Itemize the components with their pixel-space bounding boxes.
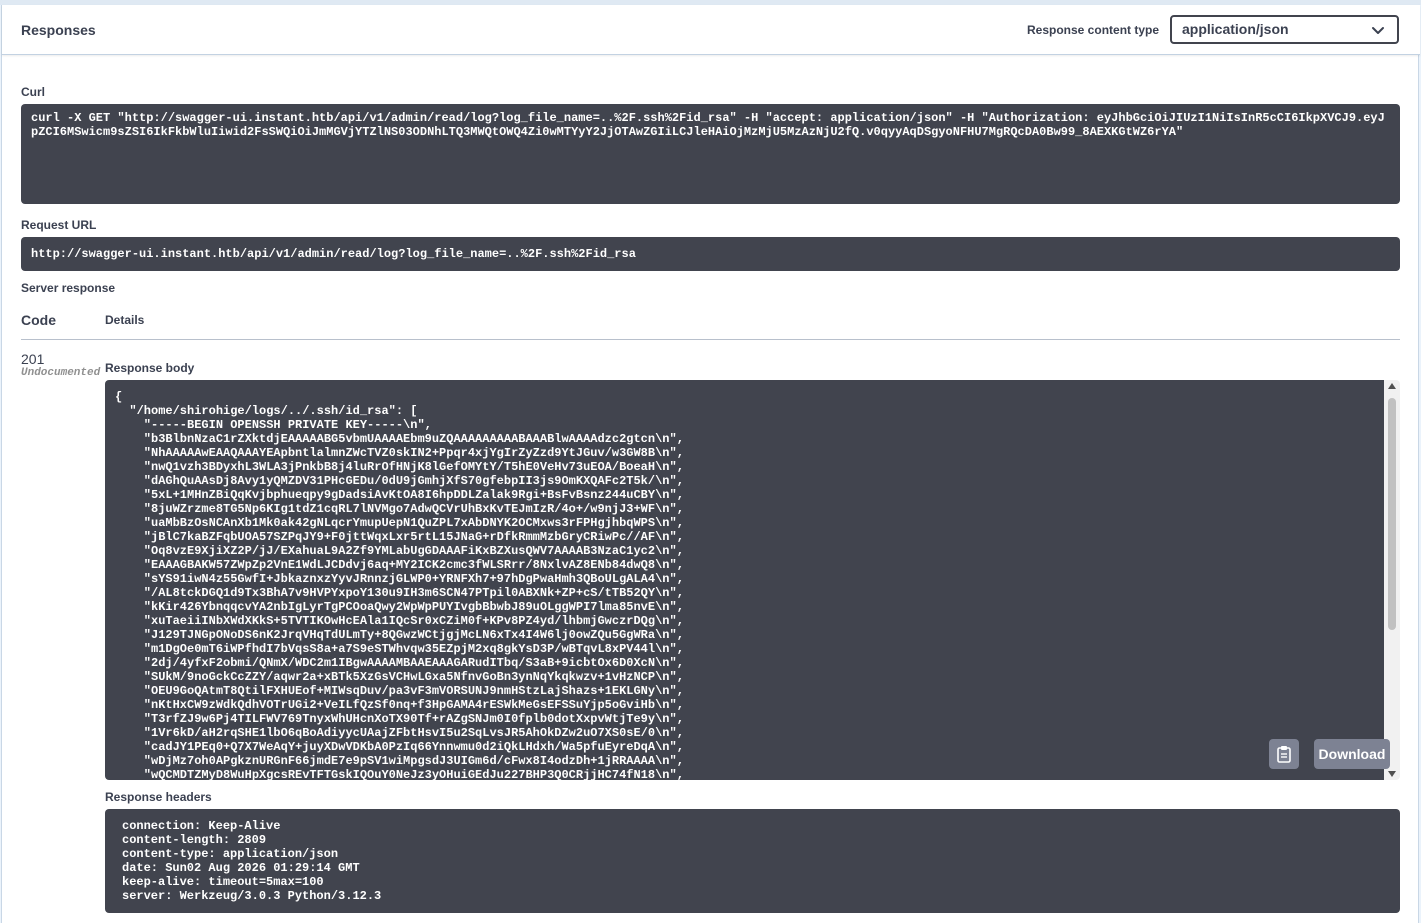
scrollbar-thumb[interactable] <box>1388 398 1396 630</box>
response-content-type-value: application/json <box>1182 21 1289 37</box>
response-headers-label: Response headers <box>105 790 212 804</box>
response-body[interactable]: { "/home/shirohige/logs/../.ssh/id_rsa":… <box>105 380 1384 780</box>
request-url-label: Request URL <box>21 218 97 232</box>
code-column-header: Code <box>21 312 56 328</box>
response-header-line: server: Werkzeug/3.0.3 Python/3.12.3 <box>122 889 382 903</box>
server-response-label: Server response <box>21 281 116 295</box>
response-header-line: content-type: application/json <box>122 847 339 861</box>
response-content-type-label: Response content type <box>1027 23 1160 37</box>
arrow-down-icon[interactable] <box>1388 771 1396 777</box>
response-header-line: content-length: 2809 <box>122 833 267 847</box>
responses-title: Responses <box>21 22 96 38</box>
copy-to-clipboard-button[interactable] <box>1269 739 1299 769</box>
response-headers[interactable]: connection: Keep-Alive content-length: 2… <box>105 809 1400 913</box>
response-body-scrollbar[interactable] <box>1384 380 1400 780</box>
response-header-line: keep-alive: timeout=5max=100 <box>122 875 324 889</box>
responses-header: Responses Response content type applicat… <box>2 5 1420 55</box>
request-url-value[interactable]: http://swagger-ui.instant.htb/api/v1/adm… <box>21 237 1400 271</box>
responses-panel: Responses Response content type applicat… <box>1 5 1420 923</box>
table-divider <box>21 339 1400 340</box>
status-code: 201 <box>21 351 45 367</box>
chevron-down-icon <box>1372 27 1384 34</box>
response-header-line: connection: Keep-Alive <box>122 819 281 833</box>
clipboard-icon <box>1277 746 1291 763</box>
download-button[interactable]: Download <box>1314 739 1390 769</box>
arrow-up-icon[interactable] <box>1388 383 1396 389</box>
response-header-line: date: Sun02 Aug 2026 01:29:14 GMT <box>122 861 360 875</box>
response-body-label: Response body <box>105 361 195 375</box>
details-column-header: Details <box>105 313 145 327</box>
curl-label: Curl <box>21 85 45 99</box>
response-body-text: { "/home/shirohige/logs/../.ssh/id_rsa":… <box>115 390 684 780</box>
response-content-type-select[interactable]: application/json <box>1170 15 1399 44</box>
curl-command[interactable]: curl -X GET "http://swagger-ui.instant.h… <box>21 104 1400 204</box>
status-note: Undocumented <box>21 367 101 379</box>
